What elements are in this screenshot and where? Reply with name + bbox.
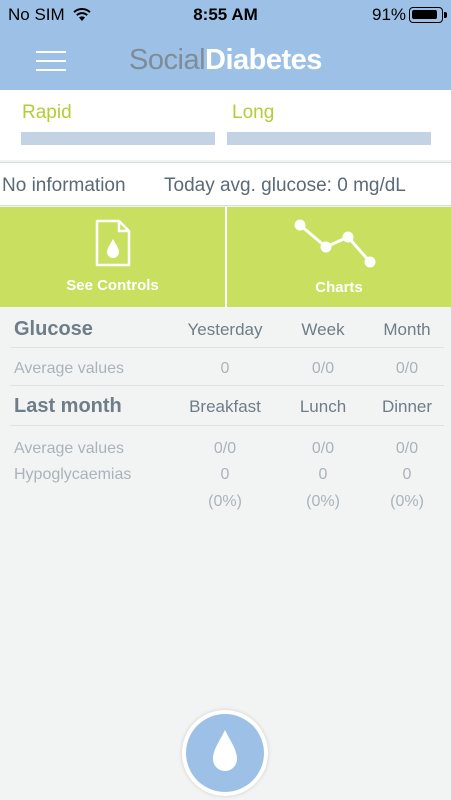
hypo-pct-breakfast: (0%)	[208, 493, 242, 510]
no-information-text: No information	[2, 175, 126, 196]
last-month-title: Last month	[14, 395, 122, 417]
hypoglycaemias-label: Hypoglycaemias	[14, 466, 132, 483]
glucose-title: Glucose	[14, 318, 93, 340]
glucose-avg-yesterday: 0	[220, 360, 230, 377]
charts-button[interactable]: Charts	[227, 207, 451, 307]
line-chart-icon	[294, 219, 376, 268]
long-insulin-label: Long	[232, 102, 275, 123]
col-week: Week	[301, 320, 345, 339]
last-month-avg-label: Average values	[14, 440, 124, 457]
rapid-insulin-label: Rapid	[22, 102, 72, 123]
app-logo: SocialDiabetes	[0, 44, 451, 77]
divider	[10, 425, 444, 426]
hypo-lunch: 0	[318, 466, 328, 483]
info-ticker: No information Today avg. glucose: 0 mg/…	[0, 162, 451, 206]
hypo-dinner: 0	[402, 466, 412, 483]
avg-lunch: 0/0	[311, 440, 335, 457]
charts-label: Charts	[315, 279, 363, 296]
glucose-avg-week: 0/0	[311, 360, 335, 377]
glucose-avg-month: 0/0	[395, 360, 419, 377]
long-insulin-bar[interactable]	[227, 132, 431, 145]
document-drop-icon	[95, 219, 131, 267]
today-avg-glucose-text: Today avg. glucose: 0 mg/dL	[164, 175, 406, 196]
add-measurement-button[interactable]	[182, 710, 268, 796]
blood-drop-icon	[213, 730, 237, 771]
glucose-avg-label: Average values	[14, 360, 124, 377]
hypo-breakfast: 0	[220, 466, 230, 483]
battery-percent: 91%	[372, 5, 407, 24]
divider	[10, 385, 444, 386]
avg-dinner: 0/0	[395, 440, 419, 457]
battery-level	[412, 10, 438, 19]
logo-diabetes: Diabetes	[205, 44, 322, 76]
hypo-pct-dinner: (0%)	[390, 493, 424, 510]
divider	[10, 347, 444, 348]
col-dinner: Dinner	[381, 397, 433, 416]
col-lunch: Lunch	[299, 397, 347, 416]
rapid-insulin-bar[interactable]	[21, 132, 215, 145]
fab-circle	[186, 714, 264, 792]
see-controls-button[interactable]: See Controls	[0, 207, 225, 307]
insulin-section: Rapid Long	[0, 90, 451, 160]
action-tiles: See Controls Charts	[0, 207, 451, 307]
app-header: No SIM 8:55 AM 91% SocialDiabetes	[0, 0, 451, 90]
battery-icon	[409, 7, 447, 23]
status-bar: No SIM 8:55 AM 91%	[0, 0, 451, 30]
logo-social: Social	[129, 44, 206, 76]
col-breakfast: Breakfast	[189, 397, 261, 416]
see-controls-label: See Controls	[66, 277, 159, 294]
col-month: Month	[383, 320, 431, 339]
col-yesterday: Yesterday	[187, 320, 263, 339]
hypo-pct-lunch: (0%)	[306, 493, 340, 510]
avg-breakfast: 0/0	[213, 440, 237, 457]
